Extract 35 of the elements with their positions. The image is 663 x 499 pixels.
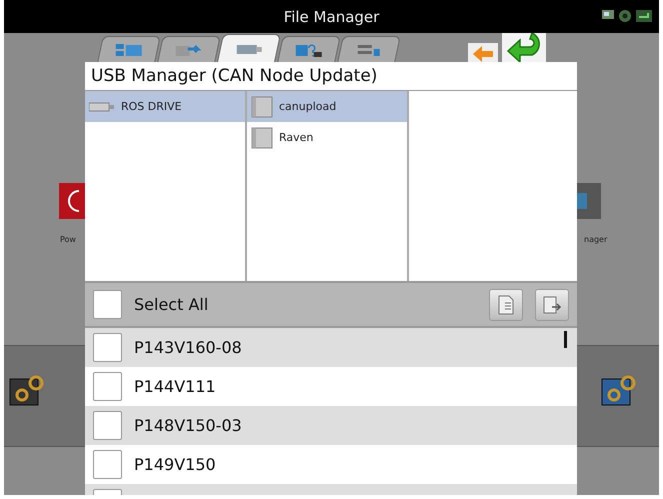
- scrollbar[interactable]: [564, 331, 567, 348]
- drive-item[interactable]: ROS DRIVE: [85, 91, 245, 122]
- return-button[interactable]: [502, 33, 546, 65]
- tab[interactable]: [277, 36, 341, 62]
- document-icon: [497, 294, 515, 314]
- gear-icon: [617, 8, 633, 24]
- file-name: P144V111: [134, 377, 216, 396]
- file-row[interactable]: P143V160-08: [85, 328, 577, 367]
- tab[interactable]: [337, 36, 401, 62]
- window-title: File Manager: [284, 8, 380, 26]
- screen-icon: [601, 8, 615, 22]
- tab[interactable]: [157, 36, 221, 62]
- checkbox[interactable]: [93, 411, 122, 440]
- folder-item[interactable]: canupload: [247, 91, 407, 122]
- app-label: nager: [584, 235, 608, 244]
- file-name: P149V150: [134, 455, 216, 474]
- export-icon: [542, 294, 562, 314]
- app-label: Pow: [60, 235, 76, 244]
- tab[interactable]: [97, 36, 161, 62]
- export-button[interactable]: [535, 288, 569, 320]
- checkbox[interactable]: [93, 290, 122, 319]
- manager-app-icon[interactable]: [575, 183, 601, 219]
- folder-icon: [251, 126, 273, 148]
- folder-icon: [251, 96, 273, 118]
- select-all-label: Select All: [134, 295, 208, 314]
- tab[interactable]: [217, 34, 281, 62]
- checkbox[interactable]: [93, 333, 122, 362]
- file-name: P148V150-03: [134, 416, 242, 435]
- checkbox[interactable]: [93, 372, 122, 401]
- file-name: P143V160-08: [134, 338, 242, 357]
- drive-icon: [89, 102, 115, 112]
- file-row[interactable]: P148V150-03: [85, 406, 577, 445]
- document-button[interactable]: [489, 288, 523, 320]
- folder-item[interactable]: Raven: [247, 122, 407, 153]
- checkbox[interactable]: [93, 450, 122, 479]
